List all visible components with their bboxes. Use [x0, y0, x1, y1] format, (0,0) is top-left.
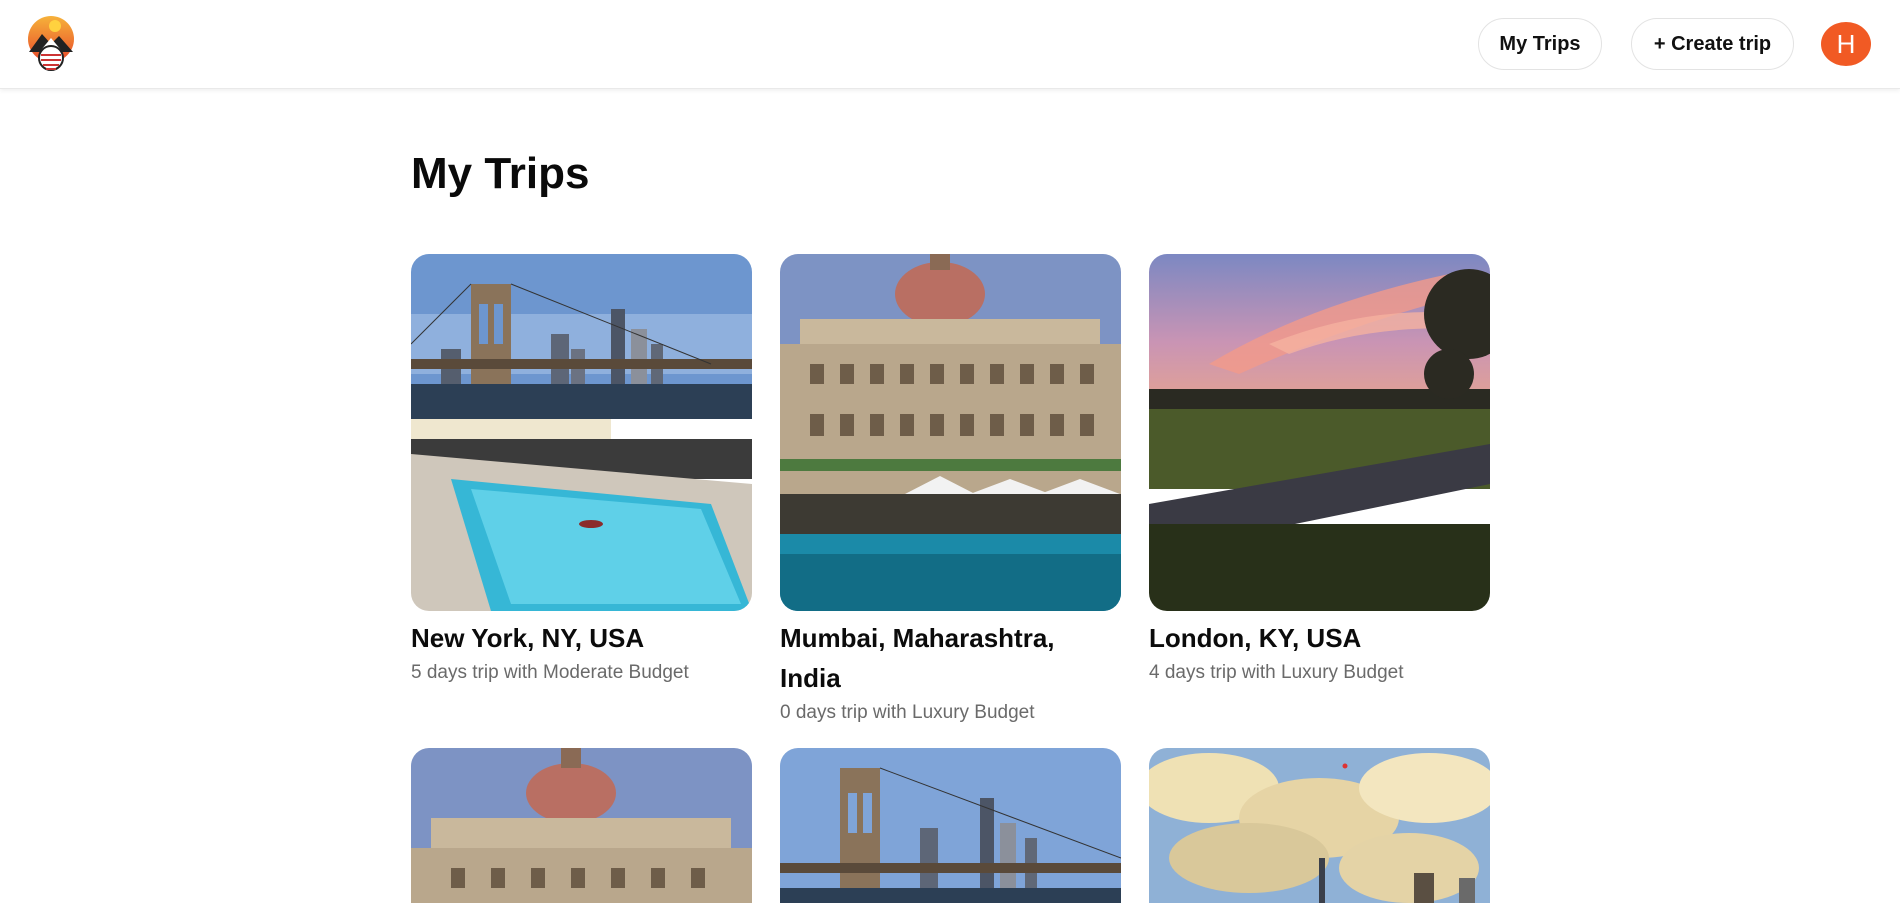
trip-card[interactable] [780, 748, 1121, 903]
app-logo[interactable] [26, 14, 76, 74]
trip-location: New York, NY, USA [411, 623, 645, 653]
trip-card[interactable] [1149, 748, 1490, 903]
trip-summary: 5 days trip with Moderate Budget [411, 662, 689, 683]
create-trip-button[interactable]: + Create trip [1631, 18, 1794, 70]
trip-image-brooklyn-bridge [780, 748, 1121, 903]
trip-image-sunset-park-road [1149, 254, 1490, 611]
top-nav: My Trips + Create trip H [0, 0, 1900, 89]
trip-card[interactable] [411, 748, 752, 903]
trip-card[interactable]: Mumbai, Maharashtra, India 0 days trip w… [780, 254, 1121, 728]
trip-summary: 0 days trip with Luxury Budget [780, 702, 1035, 723]
trip-image-taj-palace [411, 748, 752, 903]
trip-image-taj-palace-pool [780, 254, 1121, 611]
trip-card[interactable]: London, KY, USA 4 days trip with Luxury … [1149, 254, 1490, 688]
page-title: My Trips [411, 149, 590, 198]
trip-card[interactable]: New York, NY, USA 5 days trip with Moder… [411, 254, 752, 688]
trip-location: London, KY, USA [1149, 623, 1362, 653]
trip-summary: 4 days trip with Luxury Budget [1149, 662, 1404, 683]
my-trips-button[interactable]: My Trips [1478, 18, 1602, 70]
trip-location: Mumbai, Maharashtra, India [780, 623, 1055, 693]
trip-image-cloudy-skyline [1149, 748, 1490, 903]
user-avatar[interactable]: H [1821, 22, 1871, 66]
trip-image-brooklyn-bridge-pool [411, 254, 752, 611]
